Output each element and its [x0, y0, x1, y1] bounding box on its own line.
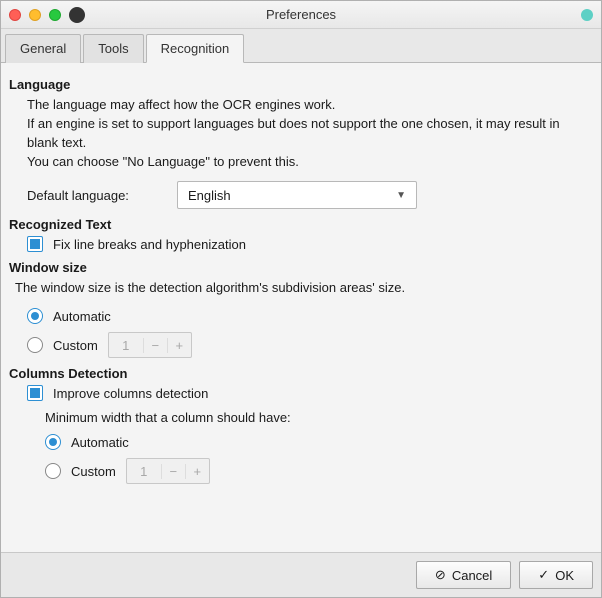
- plus-icon: +: [167, 338, 191, 353]
- ok-label: OK: [555, 568, 574, 583]
- fix-line-breaks-checkbox[interactable]: [27, 236, 43, 252]
- close-icon[interactable]: [9, 9, 21, 21]
- columns-heading: Columns Detection: [9, 366, 593, 381]
- default-language-select[interactable]: English ▼: [177, 181, 417, 209]
- language-heading: Language: [9, 77, 593, 92]
- columns-custom-label: Custom: [71, 464, 116, 479]
- dialog-footer: ⊘ Cancel ✓ OK: [1, 552, 601, 597]
- recognized-text-heading: Recognized Text: [9, 217, 593, 232]
- tab-bar: General Tools Recognition: [1, 29, 601, 63]
- language-desc-1: The language may affect how the OCR engi…: [27, 96, 593, 115]
- language-group: Language The language may affect how the…: [9, 77, 593, 209]
- columns-custom-radio[interactable]: [45, 463, 61, 479]
- cancel-label: Cancel: [452, 568, 492, 583]
- language-description: The language may affect how the OCR engi…: [27, 96, 593, 171]
- language-desc-2: If an engine is set to support languages…: [27, 115, 593, 153]
- tab-tools[interactable]: Tools: [83, 34, 143, 63]
- columns-custom-value: 1: [127, 464, 161, 479]
- ok-button[interactable]: ✓ OK: [519, 561, 593, 589]
- maximize-icon[interactable]: [49, 9, 61, 21]
- columns-detection-group: Columns Detection Improve columns detect…: [9, 366, 593, 484]
- window-size-group: Window size The window size is the detec…: [9, 260, 593, 358]
- window-size-heading: Window size: [9, 260, 593, 275]
- tab-recognition[interactable]: Recognition: [146, 34, 245, 63]
- check-icon: ✓: [538, 567, 549, 583]
- cancel-icon: ⊘: [435, 567, 446, 583]
- columns-automatic-radio[interactable]: [45, 434, 61, 450]
- window-size-desc: The window size is the detection algorit…: [15, 279, 593, 298]
- app-icon: [69, 7, 85, 23]
- language-desc-3: You can choose "No Language" to prevent …: [27, 153, 593, 172]
- window-title: Preferences: [266, 7, 336, 22]
- chevron-down-icon: ▼: [396, 190, 406, 201]
- tab-content: Language The language may affect how the…: [1, 63, 601, 552]
- window-size-automatic-radio[interactable]: [27, 308, 43, 324]
- window-size-custom-radio[interactable]: [27, 337, 43, 353]
- tab-general[interactable]: General: [5, 34, 81, 63]
- window-controls: [9, 9, 61, 21]
- titlebar: Preferences: [1, 1, 601, 29]
- window-size-custom-label: Custom: [53, 338, 98, 353]
- window-size-automatic-label: Automatic: [53, 309, 111, 324]
- status-indicator-icon: [581, 9, 593, 21]
- minus-icon: −: [143, 338, 167, 353]
- improve-columns-checkbox[interactable]: [27, 385, 43, 401]
- columns-automatic-label: Automatic: [71, 435, 129, 450]
- minimize-icon[interactable]: [29, 9, 41, 21]
- window-size-custom-value: 1: [109, 338, 143, 353]
- recognized-text-group: Recognized Text Fix line breaks and hyph…: [9, 217, 593, 252]
- default-language-value: English: [188, 188, 231, 203]
- plus-icon: +: [185, 464, 209, 479]
- min-width-label: Minimum width that a column should have:: [45, 409, 593, 428]
- cancel-button[interactable]: ⊘ Cancel: [416, 561, 511, 589]
- minus-icon: −: [161, 464, 185, 479]
- preferences-window: Preferences General Tools Recognition La…: [0, 0, 602, 598]
- columns-custom-stepper: 1 − +: [126, 458, 210, 484]
- improve-columns-label: Improve columns detection: [53, 386, 208, 401]
- default-language-label: Default language:: [27, 188, 167, 203]
- window-size-custom-stepper: 1 − +: [108, 332, 192, 358]
- fix-line-breaks-label: Fix line breaks and hyphenization: [53, 237, 246, 252]
